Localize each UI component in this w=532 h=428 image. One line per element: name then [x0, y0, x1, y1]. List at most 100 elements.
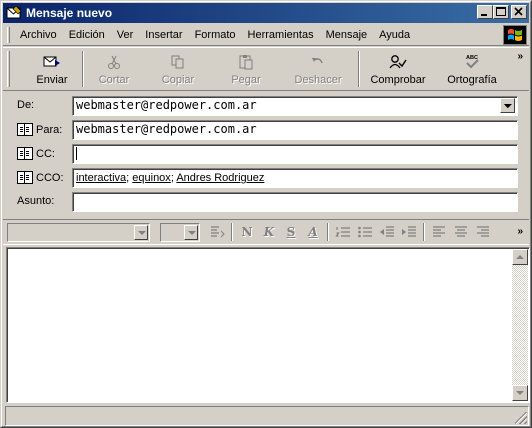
maximize-icon	[496, 7, 506, 16]
underline-icon: S	[286, 225, 296, 239]
font-size-dropdown-button[interactable]	[184, 224, 198, 240]
spelling-button[interactable]: ABC Ortografía	[436, 49, 508, 89]
close-icon	[514, 7, 523, 16]
bcc-recipient[interactable]: Andres Rodriguez	[176, 172, 264, 184]
to-label-wrap[interactable]: Para:	[17, 123, 62, 136]
italic-button[interactable]: K	[258, 222, 280, 242]
subject-label: Asunto:	[17, 195, 55, 207]
status-bar	[5, 406, 529, 426]
maximize-button[interactable]	[493, 5, 509, 19]
paste-button[interactable]: Pegar	[218, 49, 274, 89]
bcc-recipient[interactable]: equinox	[132, 172, 171, 184]
font-dropdown-button[interactable]	[134, 224, 148, 240]
italic-icon: K	[263, 225, 275, 239]
menu-archivo[interactable]: Archivo	[14, 29, 63, 41]
menu-grip[interactable]	[7, 26, 10, 43]
menu-mensaje[interactable]: Mensaje	[320, 29, 374, 41]
paragraph-style-button[interactable]	[206, 222, 228, 242]
align-center-button[interactable]	[450, 222, 472, 242]
from-value: webmaster@redpower.com.ar	[76, 98, 257, 112]
message-window: Mensaje nuevo Archivo Edición Ver Insert…	[0, 0, 532, 428]
menu-insertar[interactable]: Insertar	[139, 29, 188, 41]
bulleted-list-button[interactable]	[354, 222, 376, 242]
send-button[interactable]: Enviar	[24, 49, 80, 89]
bcc-row: CCO: interactiva; equinox; Andres Rodrig…	[3, 168, 529, 188]
bold-button[interactable]: N	[236, 222, 258, 242]
bold-icon: N	[241, 225, 253, 239]
copy-button[interactable]: Copiar	[150, 49, 206, 89]
toolbar-grip[interactable]	[7, 51, 10, 87]
window-controls	[477, 5, 527, 19]
to-value: webmaster@redpower.com.ar	[76, 122, 257, 136]
title-bar[interactable]: Mensaje nuevo	[3, 3, 529, 23]
undo-label: Deshacer	[294, 73, 342, 86]
bcc-recipient[interactable]: interactiva	[76, 172, 126, 184]
decrease-indent-button[interactable]	[376, 222, 398, 242]
menu-bar: Archivo Edición Ver Insertar Formato Her…	[3, 24, 529, 46]
check-names-button[interactable]: Comprobar	[362, 49, 434, 89]
increase-indent-button[interactable]	[398, 222, 420, 242]
address-book-icon	[17, 147, 33, 160]
copy-label: Copiar	[161, 73, 195, 86]
send-icon	[43, 53, 61, 71]
scroll-down-button[interactable]	[512, 385, 528, 401]
menu-edicion[interactable]: Edición	[63, 29, 111, 41]
svg-text:ABC: ABC	[466, 55, 478, 61]
spelling-label: Ortografía	[447, 73, 497, 86]
paragraph-style-icon	[211, 226, 225, 238]
subject-row: Asunto:	[3, 192, 529, 212]
font-size-select[interactable]	[160, 222, 200, 242]
text-caret	[76, 147, 77, 160]
align-center-icon	[455, 226, 467, 237]
undo-icon	[309, 53, 327, 71]
toolbar-separator	[358, 51, 360, 87]
message-header: De: webmaster@redpower.com.ar Para: webm…	[3, 92, 529, 216]
underline-button[interactable]: S	[280, 222, 302, 242]
chevron-down-icon	[504, 104, 511, 108]
font-select[interactable]	[7, 222, 150, 242]
format-overflow-button[interactable]: »	[517, 226, 523, 237]
cc-row: CC:	[3, 144, 529, 164]
format-separator	[327, 223, 329, 241]
from-dropdown-button[interactable]	[500, 98, 515, 113]
address-book-icon	[17, 123, 33, 136]
cc-field[interactable]	[72, 144, 518, 164]
format-separator	[423, 223, 425, 241]
standard-toolbar: Enviar Cortar Copiar Pegar Deshacer Comp…	[3, 47, 529, 91]
minimize-button[interactable]	[477, 5, 493, 19]
cut-label: Cortar	[98, 73, 130, 86]
align-left-icon	[433, 226, 445, 237]
spelling-icon: ABC	[463, 53, 481, 71]
menu-formato[interactable]: Formato	[189, 29, 242, 41]
from-select[interactable]: webmaster@redpower.com.ar	[72, 96, 518, 116]
vertical-scrollbar[interactable]	[512, 249, 528, 401]
paste-icon	[237, 53, 255, 71]
subject-field[interactable]	[72, 192, 518, 212]
menu-ayuda[interactable]: Ayuda	[373, 29, 416, 41]
font-color-button[interactable]: A	[302, 222, 324, 242]
resize-grip-icon[interactable]	[515, 412, 527, 424]
message-body-editor[interactable]	[6, 247, 530, 403]
toolbar-overflow-button[interactable]: »	[517, 51, 523, 62]
close-button[interactable]	[511, 5, 527, 19]
bulleted-list-icon	[358, 226, 372, 238]
paste-label: Pegar	[231, 73, 261, 86]
to-label: Para:	[36, 123, 63, 136]
bcc-label-wrap[interactable]: CCO:	[17, 171, 64, 184]
menu-herramientas[interactable]: Herramientas	[242, 29, 320, 41]
scroll-up-button[interactable]	[512, 249, 528, 265]
address-book-icon	[17, 171, 33, 184]
cut-button[interactable]: Cortar	[86, 49, 142, 89]
cc-label-wrap[interactable]: CC:	[17, 147, 55, 160]
bcc-field[interactable]: interactiva; equinox; Andres Rodriguez	[72, 168, 518, 188]
to-field[interactable]: webmaster@redpower.com.ar	[72, 120, 518, 140]
menu-ver[interactable]: Ver	[111, 29, 140, 41]
to-row: Para: webmaster@redpower.com.ar	[3, 120, 529, 140]
align-right-button[interactable]	[472, 222, 494, 242]
numbered-list-button[interactable]	[332, 222, 354, 242]
align-left-button[interactable]	[428, 222, 450, 242]
format-separator	[231, 223, 233, 241]
minimize-icon	[481, 14, 487, 16]
undo-button[interactable]: Deshacer	[286, 49, 350, 89]
windows-logo-icon	[503, 25, 527, 45]
